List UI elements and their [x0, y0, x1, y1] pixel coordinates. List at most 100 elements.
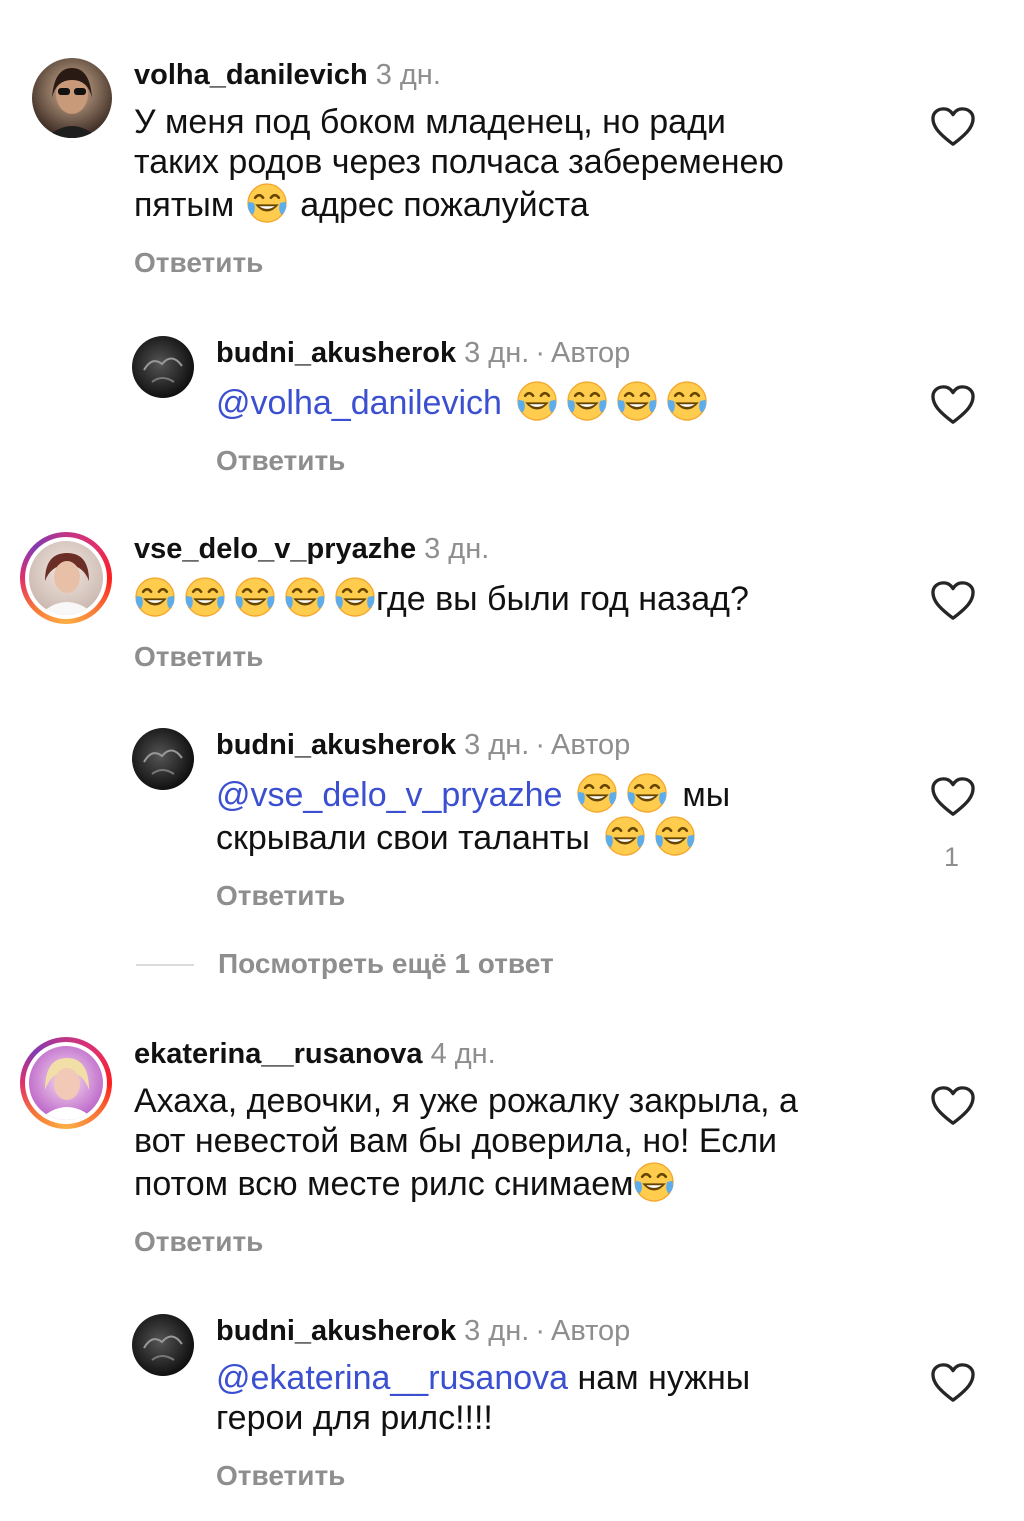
comment-text: Ахаха, девочки, я уже рожалку закрыла, а…	[134, 1081, 798, 1204]
comment-text-line: @ekaterina__rusanova нам нужны	[216, 1358, 750, 1398]
face-with-tears-of-joy-emoji	[604, 815, 646, 857]
username[interactable]: volha_danilevich	[134, 59, 368, 91]
heart-outline-icon[interactable]	[930, 384, 976, 426]
heart-outline-icon[interactable]	[930, 776, 976, 818]
comment-body: vse_delo_v_pryazhe 3 дн. где вы были год …	[134, 532, 749, 673]
face-with-tears-of-joy-emoji	[616, 380, 658, 422]
comment-text-line: @volha_danilevich	[216, 380, 712, 423]
comment-body: budni_akusherok 3 дн. · Автор @ekaterina__r…	[216, 1314, 750, 1492]
timestamp: 4 дн.	[430, 1038, 496, 1070]
comment-text-line: @vse_delo_v_pryazhe мы	[216, 772, 730, 815]
reply-button[interactable]: Ответить	[134, 641, 749, 673]
comment-text-line: скрывали свои таланты	[216, 815, 730, 858]
comment-meta: volha_danilevich 3 дн.	[134, 58, 784, 92]
comment-text: У меня под боком младенец, но ради таких…	[134, 102, 784, 225]
mention-link[interactable]: @volha_danilevich	[216, 384, 502, 422]
separator-dot: ·	[535, 729, 545, 761]
comment-text-line: вот невестой вам бы доверила, но! Если	[134, 1122, 778, 1160]
comment-text-line: где вы были год назад?	[130, 576, 749, 619]
reply-button[interactable]: Ответить	[216, 880, 730, 912]
thread-line-divider	[136, 964, 194, 966]
username[interactable]: budni_akusherok	[216, 337, 456, 369]
avatar[interactable]	[132, 728, 194, 790]
timestamp: 3 дн.	[464, 729, 530, 761]
comment-text-line: Ахаха, девочки, я уже рожалку закрыла, а	[134, 1082, 798, 1120]
username[interactable]: vse_delo_v_pryazhe	[134, 533, 416, 565]
avatar	[29, 1046, 103, 1120]
face-with-tears-of-joy-emoji	[654, 815, 696, 857]
comment-body: budni_akusherok 3 дн. · Автор @vse_delo_v_p…	[216, 728, 730, 912]
avatar-photo	[132, 336, 194, 398]
comment-text: @vse_delo_v_pryazhe мы скрывали свои тала…	[216, 772, 730, 858]
timestamp: 3 дн.	[464, 1315, 530, 1347]
timestamp: 3 дн.	[464, 337, 530, 369]
heart-outline-icon[interactable]	[930, 106, 976, 148]
face-with-tears-of-joy-emoji	[284, 576, 326, 618]
comment-meta: ekaterina__rusanova 4 дн.	[134, 1037, 798, 1071]
username[interactable]: budni_akusherok	[216, 1315, 456, 1347]
face-with-tears-of-joy-emoji	[234, 576, 276, 618]
mention-link[interactable]: @ekaterina__rusanova	[216, 1359, 568, 1397]
comment-text-part: скрывали свои таланты	[216, 819, 590, 857]
face-with-tears-of-joy-emoji	[516, 380, 558, 422]
avatar-photo	[132, 728, 194, 790]
face-with-tears-of-joy-emoji	[626, 772, 668, 814]
comment-text: @ekaterina__rusanova нам нужны герои для…	[216, 1358, 750, 1438]
comment-meta: budni_akusherok 3 дн. · Автор	[216, 336, 712, 370]
view-more-replies-label: Посмотреть ещё 1 ответ	[218, 948, 554, 979]
comment-text-part: адрес пожалуйста	[300, 186, 589, 224]
comment-text-line: герои для рилс!!!!	[216, 1399, 493, 1437]
reply-button[interactable]: Ответить	[216, 1460, 750, 1492]
avatar-photo	[32, 58, 112, 138]
like-count: 1	[944, 842, 960, 872]
avatar-story-ring[interactable]	[20, 1037, 112, 1129]
comment-text-part: нам нужны	[577, 1359, 751, 1397]
avatar-photo	[29, 1046, 103, 1120]
avatar	[29, 541, 103, 615]
comment-text: @volha_danilevich	[216, 380, 712, 423]
avatar[interactable]	[132, 1314, 194, 1376]
username[interactable]: budni_akusherok	[216, 729, 456, 761]
face-with-tears-of-joy-emoji	[666, 380, 708, 422]
heart-outline-icon[interactable]	[930, 580, 976, 622]
separator-dot: ·	[535, 337, 545, 369]
comment-body: ekaterina__rusanova 4 дн. Ахаха, девочки,…	[134, 1037, 798, 1258]
author-badge: Автор	[550, 337, 631, 369]
timestamp: 3 дн.	[375, 59, 441, 91]
comment-body: volha_danilevich 3 дн. У меня под боком м…	[134, 58, 784, 279]
avatar-story-ring[interactable]	[20, 532, 112, 624]
avatar[interactable]	[132, 336, 194, 398]
comment-meta: budni_akusherok 3 дн. · Автор	[216, 728, 730, 762]
separator-dot: ·	[535, 1315, 545, 1347]
mention-link[interactable]: @vse_delo_v_pryazhe	[216, 776, 562, 814]
author-badge: Автор	[550, 729, 631, 761]
author-badge: Автор	[550, 1315, 631, 1347]
comment-text: где вы были год назад?	[134, 576, 749, 619]
comment-text-part: где вы были год назад?	[376, 580, 749, 618]
comment-text-line: У меня под боком младенец, но ради	[134, 103, 726, 141]
timestamp: 3 дн.	[424, 533, 490, 565]
comment-text-part: мы	[682, 776, 731, 814]
face-with-tears-of-joy-emoji	[566, 380, 608, 422]
heart-outline-icon[interactable]	[930, 1362, 976, 1404]
avatar-photo	[29, 541, 103, 615]
comment-text-line: таких родов через полчаса забеременею	[134, 143, 784, 181]
reply-button[interactable]: Ответить	[216, 445, 712, 477]
comment-body: budni_akusherok 3 дн. · Автор @volha_danile…	[216, 336, 712, 477]
face-with-tears-of-joy-emoji	[246, 182, 288, 224]
comment-meta: budni_akusherok 3 дн. · Автор	[216, 1314, 750, 1348]
comment-text-part: пятым	[134, 186, 235, 224]
face-with-tears-of-joy-emoji	[334, 576, 376, 618]
comment-text-line: потом всю месте рилс снимаем	[134, 1161, 798, 1204]
username[interactable]: ekaterina__rusanova	[134, 1038, 423, 1070]
reply-button[interactable]: Ответить	[134, 1226, 798, 1258]
face-with-tears-of-joy-emoji	[633, 1161, 675, 1203]
reply-button[interactable]: Ответить	[134, 247, 784, 279]
comment-text-line: пятым адрес пожалуйста	[134, 182, 784, 225]
face-with-tears-of-joy-emoji	[576, 772, 618, 814]
view-more-replies-button[interactable]: Посмотреть ещё 1 ответ	[136, 948, 836, 984]
heart-outline-icon[interactable]	[930, 1085, 976, 1127]
comment-text-part: потом всю месте рилс снимаем	[134, 1165, 634, 1203]
avatar-photo	[132, 1314, 194, 1376]
avatar[interactable]	[32, 58, 112, 138]
